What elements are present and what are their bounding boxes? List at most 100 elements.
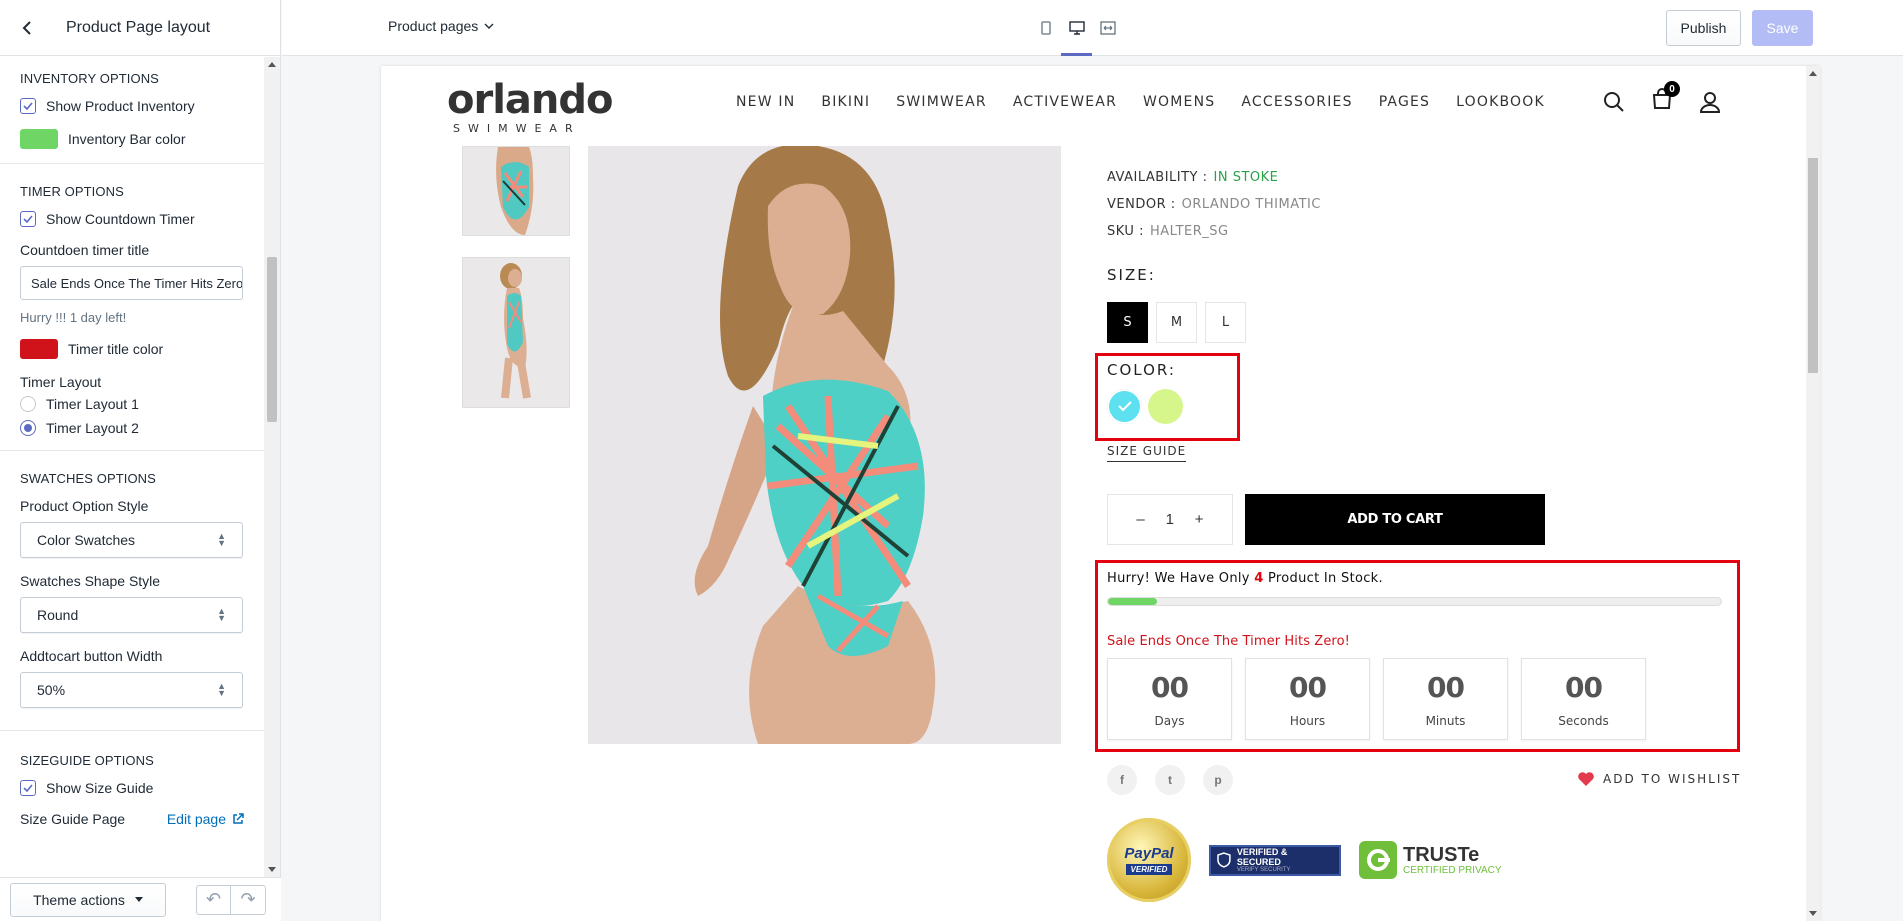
option-style-select[interactable]: Color Swatches ▲ ▼ bbox=[20, 522, 243, 558]
timer-title-input[interactable]: Sale Ends Once The Timer Hits Zero! bbox=[20, 266, 243, 300]
save-button[interactable]: Save bbox=[1752, 10, 1813, 46]
qty-increase-button[interactable]: + bbox=[1195, 511, 1204, 528]
undo-redo-group: ↶ ↷ bbox=[196, 884, 266, 915]
checkbox-checked-icon[interactable] bbox=[20, 98, 36, 114]
show-countdown-checkbox[interactable]: Show Countdown Timer bbox=[20, 211, 244, 227]
timer-layout-2-radio[interactable]: Timer Layout 2 bbox=[20, 420, 244, 436]
timer-section: TIMER OPTIONS Show Countdown Timer Count… bbox=[0, 164, 264, 451]
back-button[interactable] bbox=[12, 13, 42, 43]
sidebar-header: Product Page layout bbox=[0, 0, 280, 56]
timer-value: 00 bbox=[1565, 670, 1603, 704]
inventory-progress-bar bbox=[1107, 597, 1722, 606]
color-title: COLOR: bbox=[1107, 361, 1176, 379]
radio-selected-icon[interactable] bbox=[20, 420, 36, 436]
show-inventory-checkbox[interactable]: Show Product Inventory bbox=[20, 98, 244, 114]
sidebar-scrollbar[interactable] bbox=[264, 57, 280, 877]
external-link-icon bbox=[233, 813, 244, 824]
select-caret-icon: ▲ ▼ bbox=[217, 606, 226, 623]
product-main-image[interactable] bbox=[588, 146, 1061, 744]
color-swatch[interactable] bbox=[20, 129, 58, 149]
swatches-section: SWATCHES OPTIONS Product Option Style Co… bbox=[0, 451, 264, 731]
preview-scrollbar[interactable] bbox=[1806, 66, 1820, 921]
timer-unit-label: Days bbox=[1154, 713, 1185, 728]
fullwidth-view-button[interactable] bbox=[1092, 0, 1123, 56]
quantity-stepper: – 1 + bbox=[1107, 494, 1233, 545]
search-icon[interactable] bbox=[1603, 91, 1625, 113]
add-to-cart-button[interactable]: ADD TO CART bbox=[1245, 494, 1545, 545]
edit-page-link[interactable]: Edit page bbox=[167, 811, 244, 827]
timer-unit-label: Seconds bbox=[1558, 713, 1609, 728]
size-guide-link[interactable]: SIZE GUIDE bbox=[1107, 444, 1187, 462]
inventory-section: INVENTORY OPTIONS Show Product Inventory… bbox=[0, 57, 264, 164]
scrollbar-thumb[interactable] bbox=[267, 257, 277, 422]
option-style-label: Product Option Style bbox=[20, 498, 149, 514]
qty-value[interactable]: 1 bbox=[1166, 511, 1174, 528]
twitter-icon[interactable]: t bbox=[1155, 765, 1185, 795]
add-to-wishlist-button[interactable]: ADD TO WISHLIST bbox=[1577, 771, 1741, 787]
chevron-left-icon bbox=[22, 20, 31, 35]
checkbox-checked-icon[interactable] bbox=[20, 211, 36, 227]
nav-item[interactable]: LOOKBOOK bbox=[1456, 94, 1545, 110]
settings-sidebar: Product Page layout INVENTORY OPTIONS Sh… bbox=[0, 0, 281, 921]
device-switcher bbox=[1030, 0, 1123, 56]
sku-row: SKU : HALTER_SG bbox=[1107, 224, 1229, 239]
color-swatch[interactable] bbox=[1107, 389, 1142, 424]
nav-item[interactable]: PAGES bbox=[1379, 94, 1430, 110]
size-option[interactable]: S bbox=[1107, 302, 1148, 343]
addtocart-width-label: Addtocart button Width bbox=[20, 648, 163, 664]
shape-style-select[interactable]: Round ▲ ▼ bbox=[20, 597, 243, 633]
scroll-up-arrow-icon[interactable] bbox=[1809, 71, 1817, 76]
expand-icon bbox=[1099, 21, 1116, 35]
nav-item[interactable]: BIKINI bbox=[821, 94, 870, 110]
show-size-guide-checkbox[interactable]: Show Size Guide bbox=[20, 780, 244, 796]
nav-item[interactable]: SWIMWEAR bbox=[896, 94, 987, 110]
section-title: SWATCHES OPTIONS bbox=[20, 471, 156, 486]
paypal-verified-badge: PayPal VERIFIED bbox=[1107, 818, 1191, 902]
undo-icon[interactable]: ↶ bbox=[197, 885, 231, 914]
mobile-view-button[interactable] bbox=[1030, 0, 1061, 56]
nav-item[interactable]: NEW IN bbox=[736, 94, 795, 110]
color-swatch[interactable] bbox=[1148, 389, 1183, 424]
store-logo[interactable]: orlando SWIMWEAR bbox=[447, 80, 613, 135]
nav-item[interactable]: ACTIVEWEAR bbox=[1013, 94, 1117, 110]
facebook-icon[interactable]: f bbox=[1107, 765, 1137, 795]
timer-title-color-picker[interactable]: Timer title color bbox=[20, 339, 244, 359]
nav-item[interactable]: ACCESSORIES bbox=[1241, 94, 1352, 110]
theme-editor: Product Page layout INVENTORY OPTIONS Sh… bbox=[0, 0, 1903, 921]
size-guide-page-row: Size Guide Page Edit page bbox=[20, 811, 244, 827]
timer-cell: 00 Days bbox=[1107, 658, 1232, 740]
timer-cell: 00 Minuts bbox=[1383, 658, 1508, 740]
vendor-value[interactable]: ORLANDO THIMATIC bbox=[1182, 197, 1321, 212]
inventory-message: Hurry! We Have Only 4 Product In Stock. bbox=[1107, 571, 1383, 586]
size-options: SML bbox=[1107, 302, 1246, 343]
user-account-icon[interactable] bbox=[1699, 91, 1721, 113]
scroll-down-arrow-icon[interactable] bbox=[268, 867, 276, 872]
editor-topbar: Product pages Publish Save bbox=[282, 0, 1903, 56]
addtocart-width-select[interactable]: 50% ▲ ▼ bbox=[20, 672, 243, 708]
size-option[interactable]: L bbox=[1205, 302, 1246, 343]
timer-value: 00 bbox=[1427, 670, 1465, 704]
pinterest-icon[interactable]: p bbox=[1203, 765, 1233, 795]
cart-button[interactable]: 0 bbox=[1651, 81, 1680, 115]
color-swatch[interactable] bbox=[20, 339, 58, 359]
nav-item[interactable]: WOMENS bbox=[1143, 94, 1215, 110]
redo-icon[interactable]: ↷ bbox=[231, 886, 265, 914]
page-type-dropdown[interactable]: Product pages bbox=[388, 18, 494, 34]
scroll-up-arrow-icon[interactable] bbox=[268, 62, 276, 67]
checkbox-checked-icon[interactable] bbox=[20, 780, 36, 796]
product-thumbnail[interactable] bbox=[462, 146, 570, 236]
scroll-down-arrow-icon[interactable] bbox=[1809, 911, 1817, 916]
qty-decrease-button[interactable]: – bbox=[1136, 511, 1144, 528]
timer-layout-1-radio[interactable]: Timer Layout 1 bbox=[20, 396, 244, 412]
product-thumbnail[interactable] bbox=[462, 257, 570, 408]
desktop-view-button[interactable] bbox=[1061, 0, 1092, 56]
radio-icon[interactable] bbox=[20, 396, 36, 412]
inventory-bar-color-picker[interactable]: Inventory Bar color bbox=[20, 129, 244, 149]
theme-actions-button[interactable]: Theme actions bbox=[10, 882, 166, 917]
size-option[interactable]: M bbox=[1156, 302, 1197, 343]
timer-cell: 00 Seconds bbox=[1521, 658, 1646, 740]
product-thumbnail-image bbox=[463, 258, 569, 407]
scrollbar-thumb[interactable] bbox=[1808, 158, 1818, 373]
publish-button[interactable]: Publish bbox=[1666, 10, 1741, 46]
timer-layout-label: Timer Layout bbox=[20, 374, 102, 390]
